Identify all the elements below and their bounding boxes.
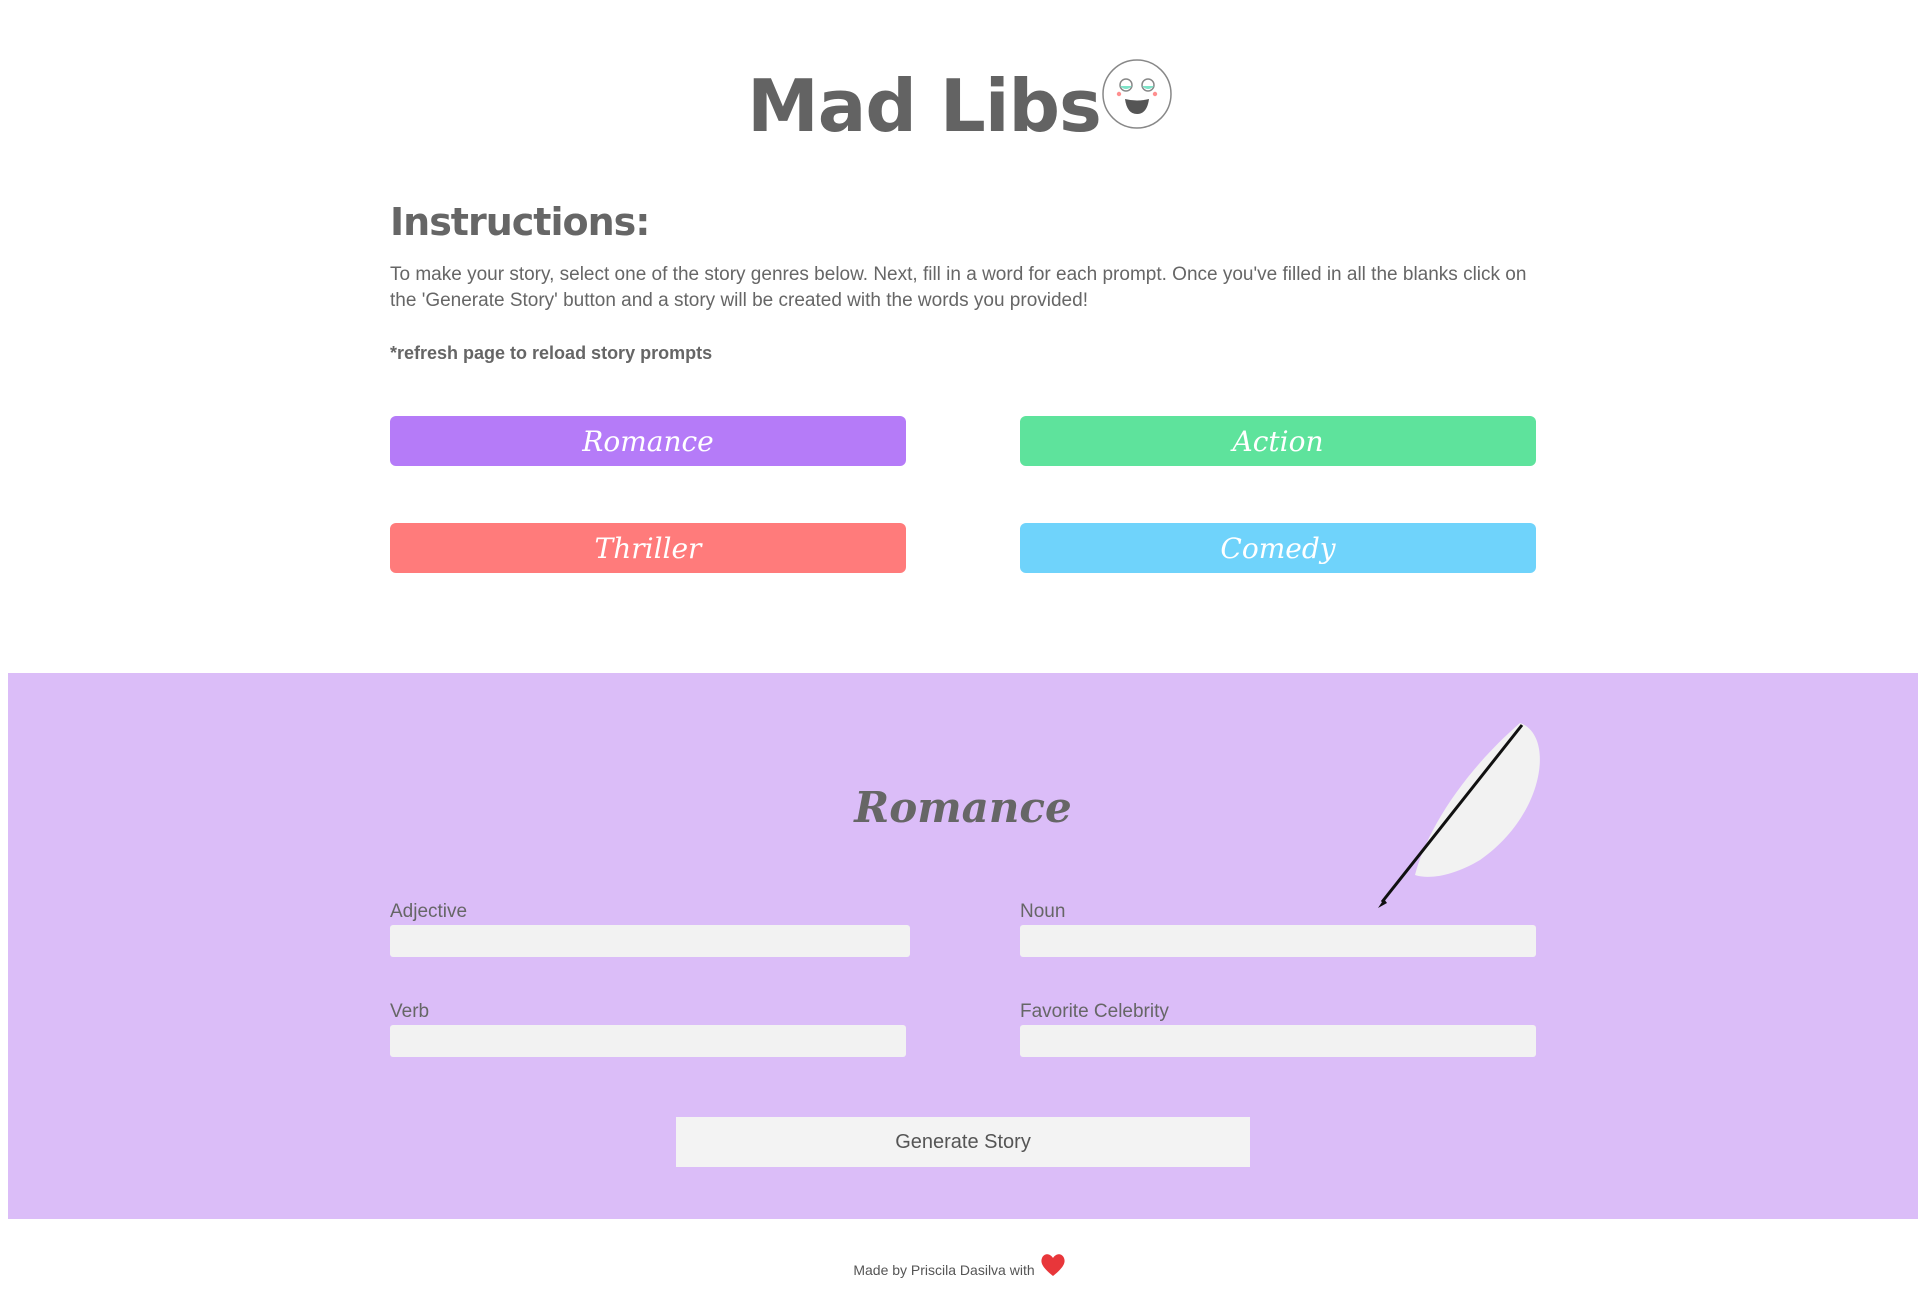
- adjective-label: Adjective: [390, 901, 468, 922]
- generate-story-button[interactable]: Generate Story: [676, 1117, 1250, 1167]
- verb-input[interactable]: [390, 1025, 906, 1057]
- celebrity-input[interactable]: [1020, 1025, 1536, 1057]
- adjective-input[interactable]: [390, 925, 910, 957]
- footer-text: Made by Priscila Dasilva with: [853, 1262, 1035, 1278]
- page: Mad Libs Instructions: To make your stor…: [0, 0, 1920, 1301]
- thriller-button[interactable]: Thriller: [390, 523, 906, 573]
- refresh-note: *refresh page to reload story prompts: [390, 343, 713, 363]
- quill-feather-icon: [1378, 723, 1540, 908]
- instructions-heading: Instructions:: [390, 200, 650, 244]
- story-section: Romance Adjective Noun Verb Favorite Cel…: [8, 673, 1918, 1219]
- site-title: Mad Libs: [747, 64, 1102, 148]
- instructions-body: To make your story, select one of the st…: [390, 264, 1527, 311]
- story-title: Romance: [854, 783, 1072, 832]
- noun-input[interactable]: [1020, 925, 1536, 957]
- verb-label: Verb: [390, 1001, 430, 1022]
- heart-icon: [1041, 1254, 1065, 1276]
- header: Mad Libs: [0, 52, 1920, 142]
- comedy-button[interactable]: Comedy: [1020, 523, 1536, 573]
- noun-label: Noun: [1020, 901, 1066, 922]
- title-wrap: Mad Libs: [747, 52, 1173, 142]
- smiley-face-icon: [1102, 59, 1172, 129]
- romance-button[interactable]: Romance: [390, 416, 906, 466]
- instructions-section: Instructions: To make your story, select…: [390, 200, 1540, 366]
- footer: Made by Priscila Dasilva with: [0, 1254, 1920, 1278]
- celebrity-label: Favorite Celebrity: [1020, 1001, 1169, 1022]
- action-button[interactable]: Action: [1020, 416, 1536, 466]
